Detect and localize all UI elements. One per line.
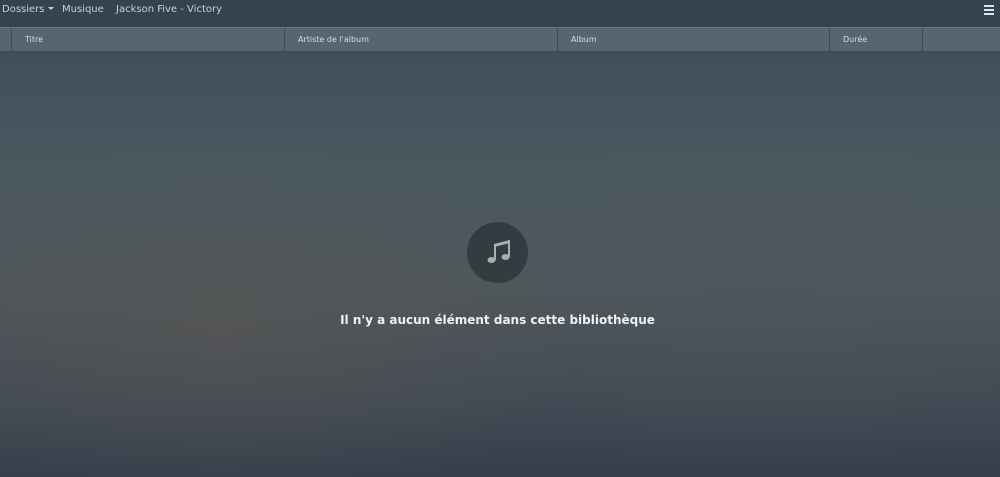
- column-header-duration[interactable]: Durée: [830, 28, 923, 51]
- empty-library-message: Il n'y a aucun élément dans cette biblio…: [340, 313, 655, 327]
- music-note-icon: [467, 222, 528, 283]
- column-header-extra[interactable]: [923, 28, 1000, 51]
- current-album-link[interactable]: Jackson Five - Victory: [116, 4, 222, 16]
- hamburger-menu-icon[interactable]: [984, 5, 995, 15]
- column-header-album[interactable]: Album: [558, 28, 830, 51]
- column-header-album-artist[interactable]: Artiste de l'album: [285, 28, 558, 51]
- caret-down-icon: [47, 7, 54, 10]
- folders-dropdown[interactable]: Dossiers: [2, 4, 54, 16]
- top-navigation-bar: Dossiers Musique Jackson Five - Victory: [0, 0, 1000, 27]
- column-header-select[interactable]: [0, 28, 12, 51]
- table-header: Titre Artiste de l'album Album Durée: [0, 27, 1000, 52]
- folders-label: Dossiers: [2, 4, 45, 15]
- music-link[interactable]: Musique: [62, 4, 104, 16]
- column-header-title[interactable]: Titre: [12, 28, 285, 51]
